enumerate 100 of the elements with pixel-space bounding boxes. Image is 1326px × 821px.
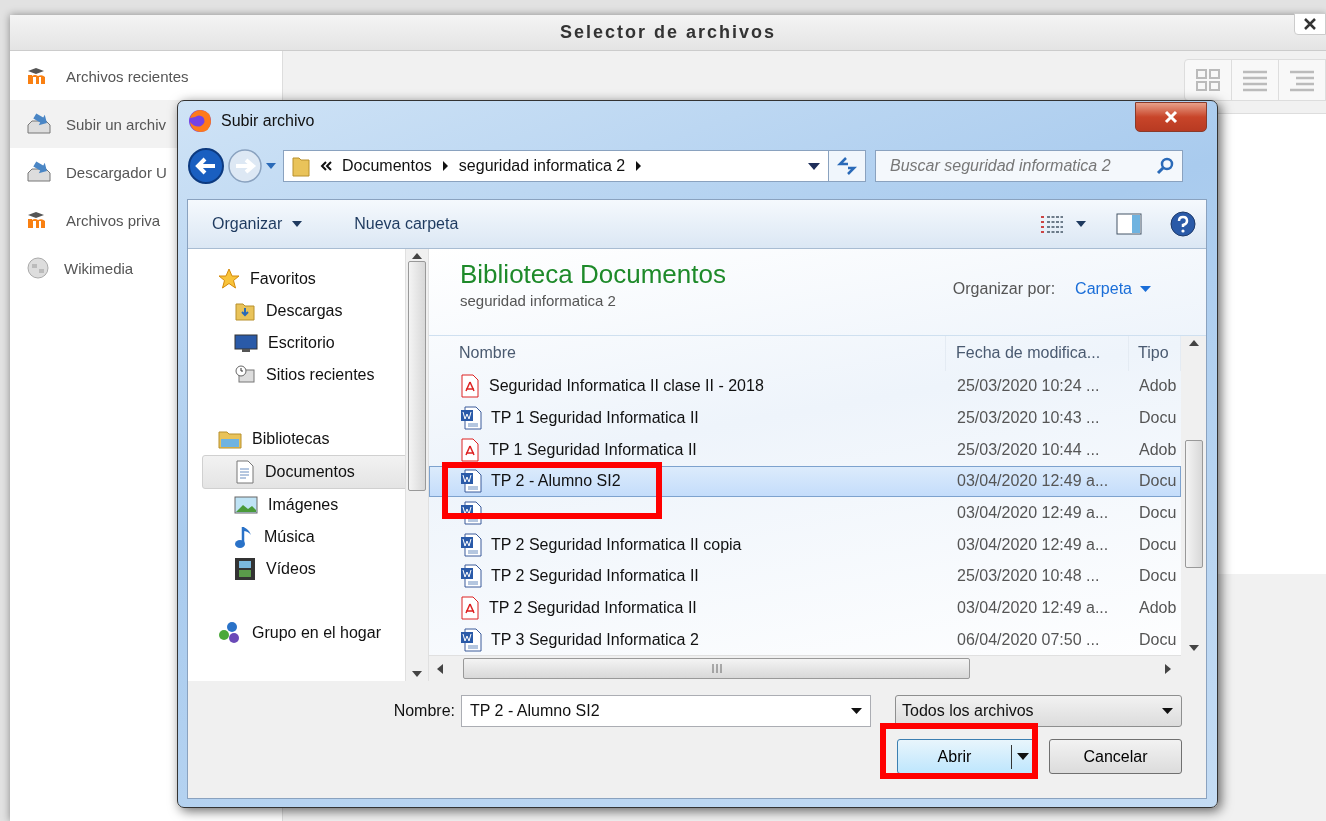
modified-date: 25/03/2020 10:48 ... — [956, 567, 1101, 586]
caret-icon — [292, 221, 303, 227]
scroll-up-icon[interactable] — [1188, 340, 1199, 346]
file-type: Docu — [1138, 409, 1178, 428]
file-type: Adob — [1138, 598, 1178, 617]
file-type: Docu — [1138, 630, 1178, 649]
file-row[interactable]: TP 3 Seguridad Informatica 2 06/04/2020 07:50 ... Docu — [429, 623, 1181, 656]
dropdown-caret-icon[interactable] — [808, 162, 820, 170]
library-subtitle: seguridad informatica 2 — [460, 292, 617, 309]
library-title: Biblioteca Documentos — [460, 259, 726, 290]
column-header[interactable]: Fecha de modifica... — [946, 336, 1129, 371]
back-button[interactable] — [187, 147, 225, 185]
modified-date: 03/04/2020 12:49 a... — [956, 598, 1110, 617]
nav-item[interactable]: Imágenes — [202, 489, 405, 521]
close-icon — [1163, 110, 1179, 124]
recent-places-icon — [234, 364, 256, 386]
file-type: Adob — [1138, 377, 1178, 396]
file-row[interactable]: TP 2 Seguridad Informatica II 03/04/2020 12:49 a... Adob — [429, 592, 1181, 624]
open-button[interactable]: Abrir — [897, 739, 1035, 774]
preview-pane-icon[interactable] — [1116, 213, 1142, 235]
toolbar-button[interactable]: Organizar — [208, 211, 307, 237]
file-type: Docu — [1138, 535, 1178, 554]
scroll-down-icon[interactable] — [412, 671, 422, 677]
repository-item[interactable]: Descargador U — [10, 148, 282, 196]
scroll-down-icon[interactable] — [1188, 645, 1199, 651]
view-options-icon[interactable] — [1040, 215, 1088, 233]
filename-label: Nombre: — [393, 702, 455, 720]
modified-date: 03/04/2020 12:49 a... — [956, 535, 1110, 554]
refresh-button[interactable] — [828, 150, 866, 182]
modified-date: 25/03/2020 10:43 ... — [956, 409, 1101, 428]
word-file-icon — [460, 532, 482, 557]
landscape-picture-icon — [234, 495, 258, 515]
modified-date: 03/04/2020 12:49 a... — [956, 503, 1110, 522]
folder-icon — [292, 155, 310, 177]
scroll-left-icon[interactable] — [437, 663, 443, 674]
cancel-button[interactable]: Cancelar — [1049, 739, 1182, 774]
file-row[interactable]: TP 2 - Alumno SI2 03/04/2020 12:49 a... Docu — [429, 465, 1181, 498]
nav-item[interactable]: Sitios recientes — [202, 359, 405, 391]
help-icon[interactable] — [1170, 211, 1196, 237]
search-icon — [1156, 157, 1174, 175]
modified-date: 06/04/2020 07:50 ... — [956, 630, 1101, 649]
modified-date: 25/03/2020 10:44 ... — [956, 440, 1101, 459]
file-name: TP 2 - Alumno SI2 — [491, 472, 621, 491]
scroll-up-icon[interactable] — [412, 253, 422, 259]
scrollbar[interactable] — [405, 249, 429, 681]
file-row[interactable]: TP 1 Seguridad Informatica II 25/03/2020 10:43 ... Docu — [429, 402, 1181, 434]
chevron-right-icon[interactable] — [441, 161, 449, 171]
file-row[interactable]: TP 1 Seguridad Informatica II 25/03/2020 10:44 ... Adob — [429, 433, 1181, 466]
homegroup-icon — [218, 621, 242, 645]
filename-field[interactable]: TP 2 - Alumno SI2 — [461, 695, 871, 727]
nav-item[interactable]: Grupo en el hogar — [202, 617, 405, 649]
refresh-arrows-icon — [836, 156, 858, 176]
pdf-file-icon — [460, 437, 480, 462]
caret-icon — [1140, 286, 1151, 292]
nav-item[interactable]: Escritorio — [202, 327, 405, 359]
arrange-dropdown[interactable]: Carpeta — [1075, 280, 1151, 298]
word-file-icon — [460, 500, 482, 525]
toolbar-button[interactable]: Nueva carpeta — [350, 211, 463, 237]
caret-icon — [1017, 753, 1029, 760]
chevron-right-icon[interactable] — [635, 161, 643, 171]
pdf-file-icon — [460, 374, 480, 399]
file-row[interactable]: 03/04/2020 12:49 a... Docu — [429, 497, 1181, 529]
monitor-icon — [234, 333, 258, 353]
nav-item[interactable]: Descargas — [202, 295, 405, 327]
search-field[interactable]: Buscar seguridad informatica 2 — [875, 150, 1183, 182]
file-name: TP 1 Seguridad Informatica II — [489, 440, 697, 459]
grip-icon — [711, 664, 722, 674]
scrollbar[interactable] — [429, 655, 1181, 682]
scrollbar[interactable] — [1181, 336, 1206, 681]
address-bar[interactable]: Documentos seguridad informatica 2 — [283, 150, 829, 182]
file-name: TP 2 Seguridad Informatica II — [491, 567, 699, 586]
modified-date: 25/03/2020 10:24 ... — [956, 377, 1101, 396]
word-file-icon — [460, 627, 482, 652]
breadcrumb-item[interactable]: seguridad informatica 2 — [458, 157, 626, 175]
file-row[interactable]: TP 2 Seguridad Informatica II copia 03/04/2020 12:49 a... Docu — [429, 528, 1181, 561]
pdf-file-icon — [460, 595, 480, 620]
repository-item[interactable]: Archivos recientes — [10, 52, 282, 100]
close-button[interactable] — [1135, 102, 1207, 132]
file-row[interactable]: Seguridad Informatica II clase II - 2018 25/03/2020 10:24 ... Adob — [429, 370, 1181, 403]
dropdown-caret-icon[interactable] — [851, 708, 862, 714]
file-type-dropdown[interactable]: Todos los archivos — [895, 695, 1182, 727]
dropdown-caret-icon[interactable] — [1162, 708, 1173, 714]
scroll-right-icon[interactable] — [1165, 663, 1171, 674]
library-folder-icon — [218, 428, 242, 450]
file-type: Adob — [1138, 440, 1178, 459]
nav-item[interactable]: Favoritos — [202, 263, 405, 295]
nav-item[interactable]: Música — [202, 521, 405, 553]
nav-item[interactable]: Bibliotecas — [202, 423, 405, 455]
recent-pages-caret-icon[interactable] — [265, 162, 277, 170]
document-icon — [235, 460, 255, 484]
breadcrumb-item[interactable]: Documentos — [342, 157, 432, 175]
star-icon — [218, 268, 240, 290]
file-type: Docu — [1138, 567, 1178, 586]
file-name: TP 2 Seguridad Informatica II copia — [491, 535, 742, 554]
nav-item[interactable]: Vídeos — [202, 553, 405, 585]
column-header[interactable]: Nombre — [429, 336, 946, 371]
word-file-icon — [460, 406, 482, 431]
file-row[interactable]: TP 2 Seguridad Informatica II 25/03/2020 10:48 ... Docu — [429, 560, 1181, 593]
file-name: Seguridad Informatica II clase II - 2018 — [489, 377, 764, 396]
upload-tray-icon — [26, 113, 52, 135]
